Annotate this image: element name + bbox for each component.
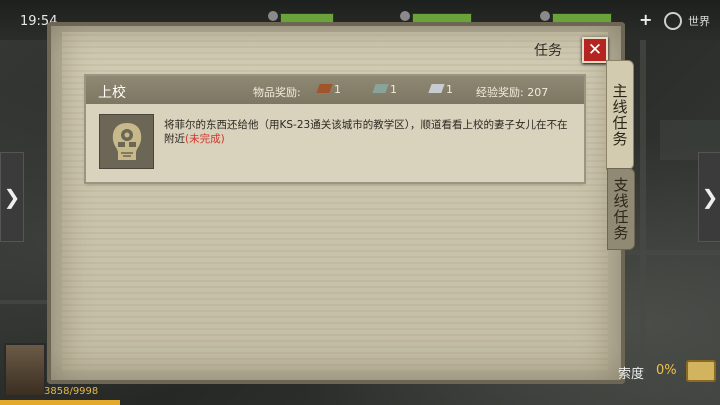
player-avatar[interactable] bbox=[4, 343, 46, 397]
close-button[interactable]: ✕ bbox=[582, 37, 608, 63]
quest-header: 上校 物品奖励: 1 1 1 经验奖励: 207 bbox=[86, 76, 584, 104]
reward-qty: 1 bbox=[390, 83, 397, 96]
tab-side-quest[interactable]: 支线任务 bbox=[607, 168, 635, 250]
resource-icon bbox=[540, 11, 550, 21]
chest-icon[interactable] bbox=[686, 360, 716, 382]
right-arrow-button[interactable]: ❯ bbox=[698, 152, 720, 242]
hp-bar bbox=[0, 400, 120, 405]
world-button[interactable]: 世界 bbox=[688, 13, 710, 29]
tab-main-quest[interactable]: 主线任务 bbox=[606, 60, 634, 170]
skull-icon bbox=[112, 122, 141, 160]
exploration-label: 索度 bbox=[618, 367, 645, 382]
exploration-value: 0% bbox=[656, 363, 677, 378]
quest-rank: 上校 bbox=[98, 85, 126, 101]
quest-description: 将菲尔的东西还给他（用KS-23通关该城市的教学区），顺道看看上校的妻子女儿在不… bbox=[164, 118, 574, 146]
panel-title: 任务 bbox=[534, 43, 562, 59]
cloth-icon bbox=[372, 84, 389, 93]
steel-icon bbox=[428, 84, 445, 93]
exp-label: 经验奖励: bbox=[476, 86, 524, 99]
exp-reward: 经验奖励: 207 bbox=[476, 84, 548, 100]
player-hp: 3858/9998 bbox=[44, 386, 99, 397]
reward-qty: 1 bbox=[446, 83, 453, 96]
add-icon[interactable]: + bbox=[639, 10, 652, 29]
item-reward-label: 物品奖励: bbox=[253, 86, 301, 99]
globe-icon[interactable] bbox=[664, 12, 682, 30]
quest-card[interactable]: 上校 物品奖励: 1 1 1 经验奖励: 207 将菲尔的东西还给他（用KS-2… bbox=[86, 76, 584, 182]
exp-value: 207 bbox=[527, 86, 549, 99]
quest-status: (未完成) bbox=[185, 133, 225, 145]
left-arrow-button[interactable]: ❯ bbox=[0, 152, 24, 242]
resource-icon bbox=[268, 11, 278, 21]
brick-icon bbox=[316, 84, 333, 93]
quest-giver-portrait bbox=[99, 114, 154, 169]
resource-icon bbox=[400, 11, 410, 21]
reward-qty: 1 bbox=[334, 83, 341, 96]
